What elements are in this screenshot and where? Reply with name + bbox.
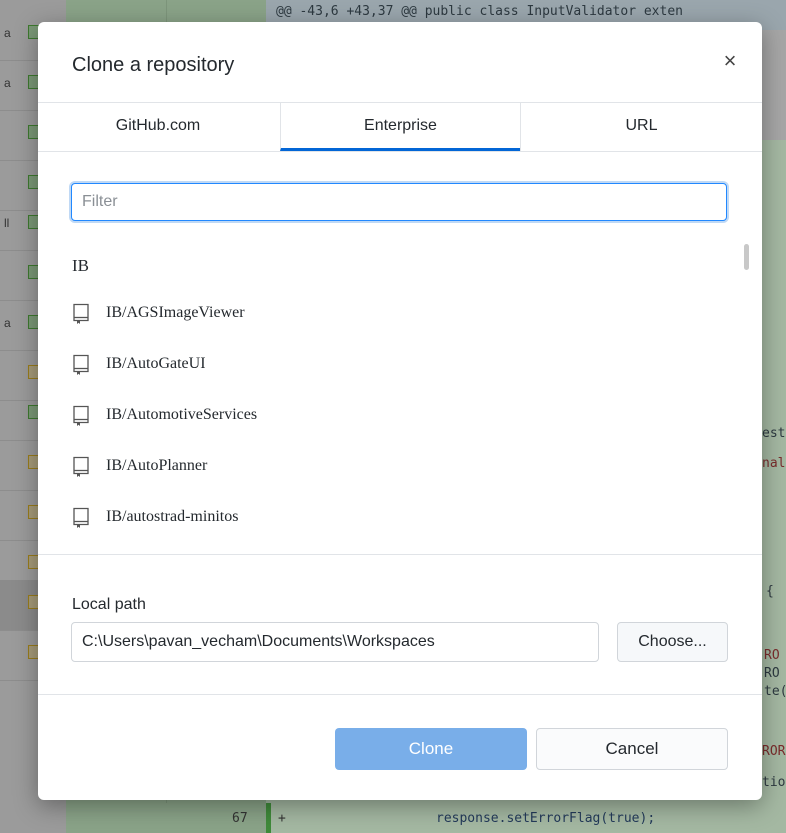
tab-url[interactable]: URL bbox=[520, 103, 762, 151]
changed-file-name-fragment: ll bbox=[4, 216, 10, 230]
changed-file-name-fragment: a bbox=[4, 316, 11, 330]
local-path-input[interactable] bbox=[71, 622, 599, 662]
repository-name: IB/AutoGateUI bbox=[106, 355, 206, 372]
diff-hunk-header-text: @@ -43,6 +43,37 @@ public class InputVal… bbox=[276, 4, 683, 19]
repository-list: IB IB/AGSImageViewer IB/AutoGateUI IB/Auto… bbox=[38, 242, 762, 554]
code-fragment: nal bbox=[762, 456, 786, 471]
repository-name: IB/AutomotiveServices bbox=[106, 406, 258, 423]
repository-name: IB/AutoPlanner bbox=[106, 457, 208, 474]
repository-item[interactable]: IB/AutomotiveServices bbox=[72, 402, 712, 430]
clone-button[interactable]: Clone bbox=[335, 728, 527, 770]
repository-item[interactable]: IB/AutoPlanner bbox=[72, 453, 712, 481]
repo-icon bbox=[72, 405, 90, 427]
code-fragment: est bbox=[762, 426, 786, 441]
changed-file-name-fragment: a bbox=[4, 26, 11, 40]
tab-enterprise[interactable]: Enterprise bbox=[280, 103, 520, 151]
repo-icon bbox=[72, 507, 90, 529]
repository-name: IB/autostrad-minitos bbox=[106, 508, 239, 525]
repository-item[interactable]: IB/autostrad-minitos bbox=[72, 504, 712, 532]
tab-bar: GitHub.com Enterprise URL bbox=[38, 102, 762, 152]
repo-icon bbox=[72, 354, 90, 376]
close-icon[interactable]: × bbox=[718, 49, 742, 73]
code-fragment: RO bbox=[764, 648, 780, 663]
code-fragment: ROR bbox=[762, 744, 786, 759]
filter-input[interactable] bbox=[71, 183, 727, 221]
repository-item[interactable]: IB/AGSImageViewer bbox=[72, 300, 712, 328]
diff-bottom-line: 67 + response.setErrorFlag(true); bbox=[0, 803, 786, 833]
code-line: response.setErrorFlag(true); bbox=[436, 811, 656, 826]
cancel-button[interactable]: Cancel bbox=[536, 728, 728, 770]
group-header: IB bbox=[72, 256, 89, 275]
code-fragment: te( bbox=[764, 684, 786, 699]
scrollbar-thumb[interactable] bbox=[744, 244, 749, 270]
local-path-label: Local path bbox=[72, 596, 146, 613]
divider bbox=[38, 694, 762, 695]
repo-icon bbox=[72, 303, 90, 325]
repo-icon bbox=[72, 456, 90, 478]
repository-item[interactable]: IB/AutoGateUI bbox=[72, 351, 712, 379]
repository-list-scrollbar[interactable] bbox=[744, 242, 750, 554]
clone-repository-dialog: Clone a repository × GitHub.com Enterpri… bbox=[38, 22, 762, 800]
code-fragment: RO bbox=[764, 666, 780, 681]
code-fragment: { bbox=[766, 584, 774, 599]
repository-name: IB/AGSImageViewer bbox=[106, 304, 245, 321]
changed-file-name-fragment: a bbox=[4, 76, 11, 90]
code-fragment: tio bbox=[762, 775, 786, 790]
choose-button[interactable]: Choose... bbox=[617, 622, 728, 662]
divider bbox=[38, 554, 762, 555]
tab-github-com[interactable]: GitHub.com bbox=[38, 103, 278, 151]
dialog-title: Clone a repository bbox=[72, 54, 235, 76]
line-number: 67 bbox=[232, 811, 248, 826]
added-line-marker: + bbox=[278, 811, 286, 826]
